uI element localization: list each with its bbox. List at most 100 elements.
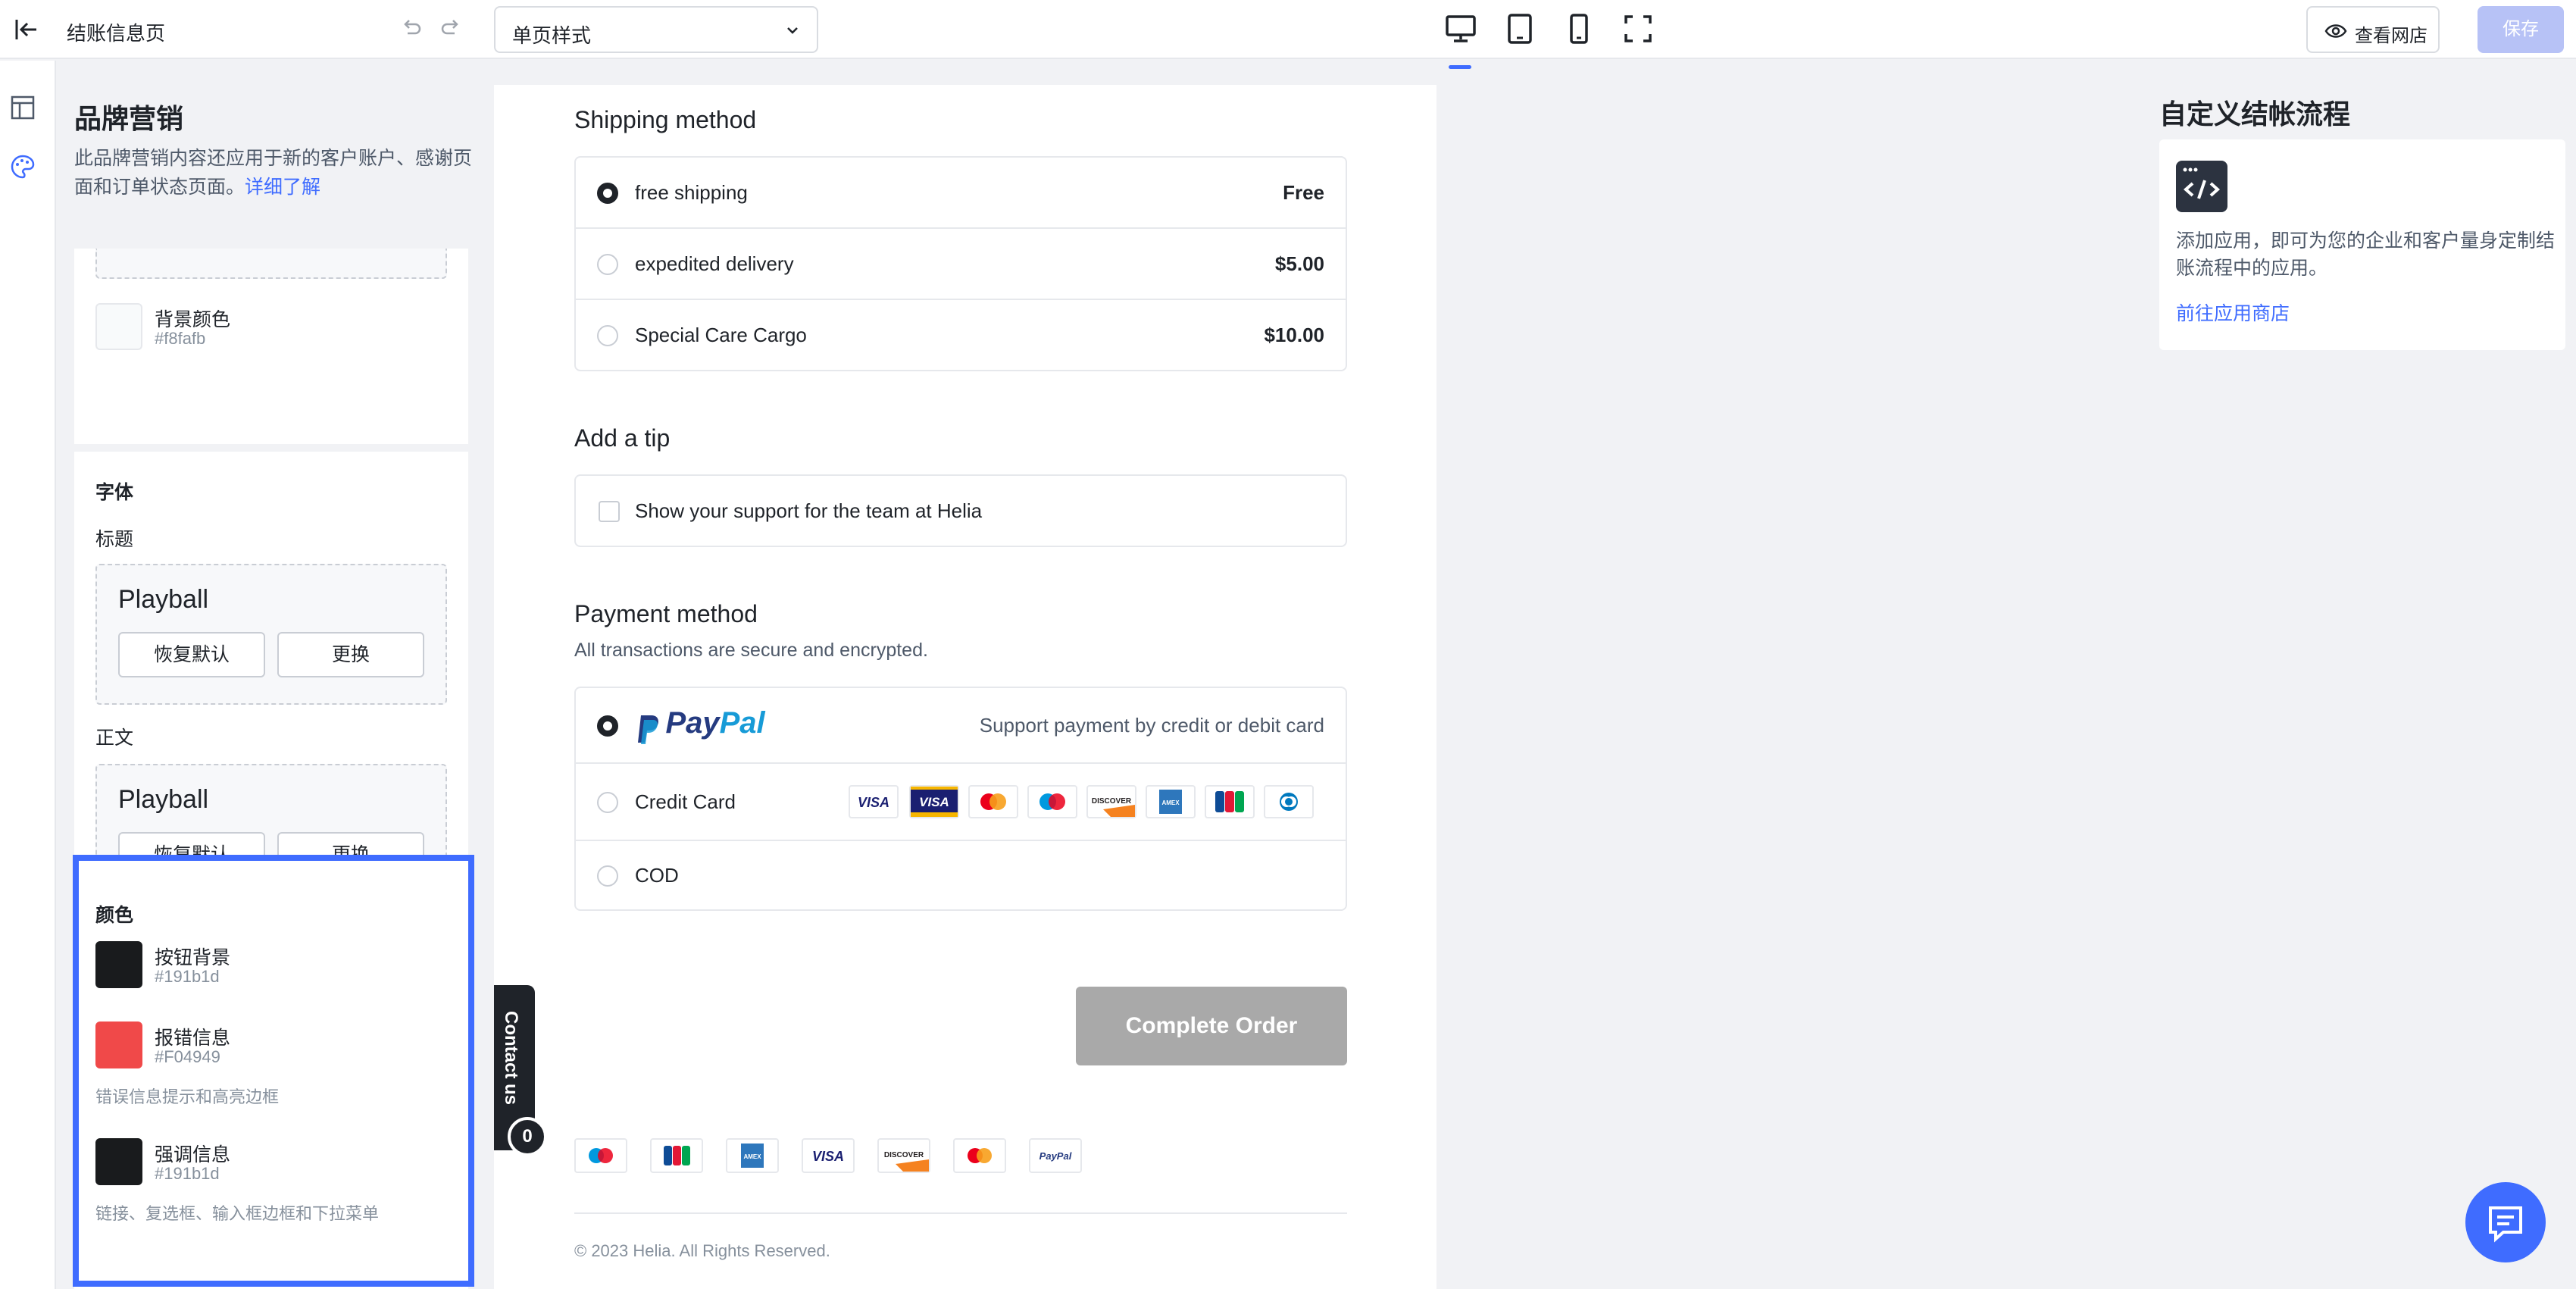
page-title: 结账信息页 <box>67 22 166 45</box>
right-panel-heading: 自定义结帐流程 <box>2159 99 2351 130</box>
shipping-option-label: free shipping <box>635 181 748 204</box>
tablet-icon[interactable] <box>1503 12 1537 45</box>
radio-selected[interactable] <box>597 715 618 737</box>
page-style-value: 单页样式 <box>512 24 592 47</box>
heading-change-button[interactable]: 更换 <box>277 632 424 677</box>
fonts-section-title: 字体 <box>95 482 134 503</box>
body-font-label: 正文 <box>95 727 134 749</box>
payment-option-paypal[interactable]: PayPal Support payment by credit or debi… <box>576 688 1346 764</box>
heading-font-label: 标题 <box>95 529 134 550</box>
heading-font-box: Playball 恢复默认 更换 <box>95 564 447 705</box>
visa-icon: VISA <box>849 785 899 818</box>
maestro-icon <box>574 1138 627 1173</box>
learn-more-link[interactable]: 详细了解 <box>245 177 320 198</box>
contact-badge: 0 <box>508 1117 547 1156</box>
mobile-icon[interactable] <box>1562 12 1596 45</box>
chat-icon <box>2489 1206 2522 1243</box>
background-color-name: 背景颜色 <box>155 309 231 330</box>
paypal-p-icon <box>638 715 658 744</box>
svg-text:AMEX: AMEX <box>1161 799 1180 806</box>
background-card: 背景颜色 #f8fafb <box>74 249 468 444</box>
footer-divider <box>574 1212 1347 1214</box>
cod-label: COD <box>635 864 679 887</box>
paypal-logo-pal: Pal <box>719 706 765 740</box>
shipping-method-title: Shipping method <box>574 106 757 133</box>
shipping-option-label: expedited delivery <box>635 252 794 275</box>
diners-icon <box>1264 785 1314 818</box>
colors-card-highlight <box>73 855 474 1287</box>
shipping-option-price: Free <box>1283 181 1324 204</box>
amex-icon: AMEX <box>1146 785 1196 818</box>
copyright: © 2023 Helia. All Rights Reserved. <box>574 1241 830 1260</box>
desktop-icon[interactable] <box>1444 12 1477 45</box>
heading-font-name: Playball <box>118 585 209 614</box>
radio[interactable] <box>597 865 618 887</box>
body-font-name: Playball <box>118 785 209 814</box>
paypal-logo: PayPal <box>635 706 765 744</box>
paypal-note: Support payment by credit or debit card <box>979 714 1324 737</box>
shipping-option[interactable]: Special Care Cargo $10.00 <box>576 300 1346 371</box>
contact-us-label: Contact us <box>501 1011 521 1106</box>
mastercard-icon <box>953 1138 1006 1173</box>
panel-heading: 品牌营销 <box>74 103 184 134</box>
tip-option-label: Show your support for the team at Helia <box>635 499 983 522</box>
jcb-icon <box>650 1138 703 1173</box>
visa-electron-icon: VISA <box>909 785 959 818</box>
app-store-link[interactable]: 前往应用商店 <box>2176 299 2290 326</box>
shipping-option-price: $10.00 <box>1264 324 1324 346</box>
payment-option-cod[interactable]: COD <box>576 841 1346 911</box>
amex-icon: AMEX <box>726 1138 779 1173</box>
undo-icon[interactable] <box>400 15 423 38</box>
tip-option[interactable]: Show your support for the team at Helia <box>574 474 1347 547</box>
payment-method-title: Payment method <box>574 600 758 627</box>
page-style-select[interactable]: 单页样式 <box>494 6 818 53</box>
view-store-button[interactable]: 查看网店 <box>2306 6 2440 53</box>
shipping-option-label: Special Care Cargo <box>635 324 807 346</box>
chat-button[interactable] <box>2465 1182 2546 1262</box>
view-store-label: 查看网店 <box>2355 26 2428 46</box>
code-app-icon <box>2176 161 2227 212</box>
discover-icon: DISCOVER <box>877 1138 930 1173</box>
redo-icon[interactable] <box>439 15 462 38</box>
image-upload-box[interactable] <box>95 249 447 279</box>
shipping-options: free shipping Free expedited delivery $5… <box>574 156 1347 371</box>
exit-icon[interactable] <box>14 17 39 42</box>
discover-icon: DISCOVER <box>1086 785 1136 818</box>
maestro-icon <box>1027 785 1077 818</box>
credit-card-label: Credit Card <box>635 790 736 813</box>
shipping-option[interactable]: free shipping Free <box>576 158 1346 229</box>
radio-selected[interactable] <box>597 183 618 204</box>
shipping-option-price: $5.00 <box>1274 252 1324 275</box>
chevron-down-icon <box>787 27 798 34</box>
tip-checkbox[interactable] <box>599 501 620 522</box>
payment-option-credit-card[interactable]: Credit Card VISA VISA DISCOVER AMEX <box>576 764 1346 841</box>
background-swatch[interactable] <box>95 303 142 350</box>
save-button[interactable]: 保存 <box>2478 6 2564 53</box>
shipping-option[interactable]: expedited delivery $5.00 <box>576 229 1346 300</box>
palette-icon[interactable] <box>9 153 36 180</box>
svg-text:AMEX: AMEX <box>743 1153 761 1160</box>
apps-description: 添加应用，即可为您的企业和客户量身定制结账流程中的应用。 <box>2176 230 2556 279</box>
heading-reset-button[interactable]: 恢复默认 <box>118 632 265 677</box>
paypal-logo-pay: Pay <box>665 706 720 740</box>
radio[interactable] <box>597 325 618 346</box>
complete-order-button[interactable]: Complete Order <box>1076 987 1347 1065</box>
active-device-indicator <box>1449 65 1471 69</box>
svg-text:VISA: VISA <box>812 1149 844 1164</box>
left-rail <box>0 61 56 1289</box>
fonts-card: 字体 标题 Playball 恢复默认 更换 正文 Playball 恢复默认 … <box>74 452 468 912</box>
top-bar: 结账信息页 单页样式 查看网店 保存 <box>0 0 2576 59</box>
tip-title: Add a tip <box>574 424 671 452</box>
checkout-preview: Shipping method free shipping Free exped… <box>494 85 1436 1289</box>
customize-checkout-panel: 自定义结帐流程 添加应用，即可为您的企业和客户量身定制结账流程中的应用。 前往应… <box>2143 61 2576 1289</box>
radio[interactable] <box>597 792 618 813</box>
svg-text:DISCOVER: DISCOVER <box>884 1151 924 1159</box>
visa-icon: VISA <box>802 1138 855 1173</box>
mastercard-icon <box>968 785 1018 818</box>
radio[interactable] <box>597 254 618 275</box>
svg-text:VISA: VISA <box>858 795 889 810</box>
svg-text:VISA: VISA <box>919 795 949 809</box>
paypal-icon: PayPal <box>1029 1138 1082 1173</box>
fullscreen-icon[interactable] <box>1621 12 1655 45</box>
layout-icon[interactable] <box>9 94 36 121</box>
